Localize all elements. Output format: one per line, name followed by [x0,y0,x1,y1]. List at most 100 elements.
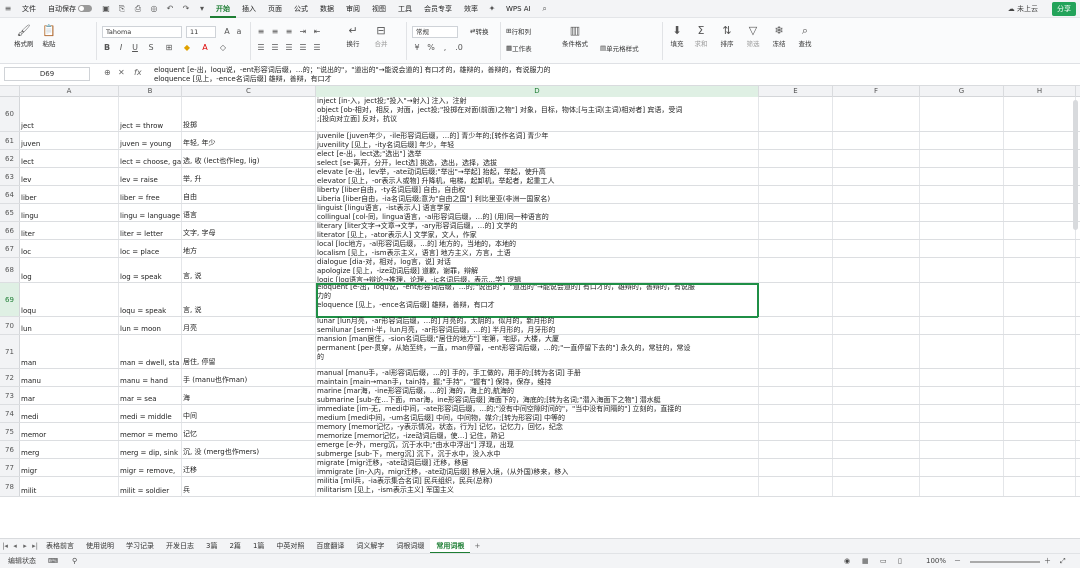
formula-input[interactable]: eloquent [e-出，loqu说，-ent形容词后缀，…的；"说出的"，"… [154,66,1054,84]
cell-examples[interactable]: literary [liter文字→文章→文学，-ary形容词后缀，…的] 文学… [316,222,759,239]
cell-empty[interactable] [759,240,833,257]
cell-examples[interactable]: local [loc地方，-al形容词后缀，…的] 地方的，当地的，本地的 loc… [316,240,759,257]
cell-empty[interactable] [1004,222,1076,239]
zoom-icon[interactable]: ⊕ [104,68,111,77]
cell-meaning[interactable]: liber = free [119,186,182,203]
sheet-tab[interactable]: 常用词根 [430,538,471,554]
cell-empty[interactable] [920,240,1004,257]
cell-empty[interactable] [759,423,833,440]
cell-meaning[interactable]: milit = soldier [119,477,182,496]
cell-empty[interactable] [833,132,920,149]
cell-empty[interactable] [833,222,920,239]
cell-chinese[interactable]: 居住, 停留 [182,335,316,368]
indent-icon[interactable]: ⇥ [298,27,308,36]
cell-empty[interactable] [1004,132,1076,149]
paste-button[interactable]: 📋 粘贴 [42,24,56,48]
row-header[interactable]: 72 [0,369,20,386]
cell-empty[interactable] [1004,97,1076,131]
cell-empty[interactable] [833,387,920,404]
italic-icon[interactable]: I [116,43,126,52]
wrap-button[interactable]: ↵ 换行 [346,24,360,48]
freeze-button[interactable]: ❄ 冻结 [772,24,786,48]
cell-meaning[interactable]: log = speak [119,258,182,282]
tab-tools[interactable]: 工具 [392,0,418,18]
cell-empty[interactable] [759,150,833,167]
cell-examples[interactable]: linguist [lingu语言，-ist表示人] 语言学家 collingua… [316,204,759,221]
cell-empty[interactable] [759,258,833,282]
cell-root[interactable]: loc [20,240,119,257]
cell-empty[interactable] [920,335,1004,368]
cell-root[interactable]: medi [20,405,119,422]
more-icon[interactable]: ▾ [196,3,208,15]
macro-icon[interactable]: ⌨ [48,554,58,568]
cell-empty[interactable] [920,459,1004,476]
cell-empty[interactable] [759,459,833,476]
cell-empty[interactable] [920,204,1004,221]
find-button[interactable]: ⌕ 查找 [798,24,812,48]
accessibility-icon[interactable]: ⚲ [72,554,77,568]
cell-empty[interactable] [1004,335,1076,368]
cell-examples[interactable]: marine [mar海，-ine形容词后缀，…的] 海的，海上的,航海的 sub… [316,387,759,404]
cell-chinese[interactable]: 沉, 没 (merg也作mers) [182,441,316,458]
cell-empty[interactable] [920,283,1004,316]
cell-empty[interactable] [920,387,1004,404]
cell-examples[interactable]: mansion [man居住，-sion名词后缀;"居住的地方"] 宅第，宅邸，… [316,335,759,368]
cell-empty[interactable] [920,477,1004,496]
cell-empty[interactable] [1004,204,1076,221]
cell-empty[interactable] [920,423,1004,440]
sheet-tab[interactable]: 开发日志 [160,539,200,554]
cell-empty[interactable] [920,405,1004,422]
thousands-icon[interactable]: , [440,43,450,52]
cell-empty[interactable] [759,132,833,149]
tab-view[interactable]: 视图 [366,0,392,18]
cell-empty[interactable] [1004,459,1076,476]
increase-font-icon[interactable]: A [222,27,232,36]
tab-data[interactable]: 数据 [314,0,340,18]
sheet-tab[interactable]: 2篇 [223,539,246,554]
row-header[interactable]: 63 [0,168,20,185]
autosave-label[interactable]: 自动保存 [42,0,98,18]
column-header-c[interactable]: C [182,86,316,97]
cell-meaning[interactable]: liter = letter [119,222,182,239]
column-header-b[interactable]: B [119,86,182,97]
cell-chinese[interactable]: 言, 说 [182,258,316,282]
align-middle-icon[interactable]: ≡ [270,27,280,36]
cell-root[interactable]: lun [20,317,119,334]
add-sheet-icon[interactable]: + [470,542,484,550]
cell-chinese[interactable]: 选, 收 (lect也作leg, lig) [182,150,316,167]
row-header[interactable]: 70 [0,317,20,334]
align-right-icon[interactable]: ☰ [284,43,294,52]
cell-chinese[interactable]: 语言 [182,204,316,221]
sheet-tab[interactable]: 学习记录 [120,539,160,554]
undo-icon[interactable]: ↶ [164,3,176,15]
wps-ai-button[interactable]: WPS AI [500,0,537,18]
cell-root[interactable]: milit [20,477,119,496]
tab-member[interactable]: 会员专享 [418,0,458,18]
row-header[interactable]: 68 [0,258,20,282]
cell-empty[interactable] [759,97,833,131]
cell-meaning[interactable]: loqu = speak [119,283,182,316]
row-header[interactable]: 78 [0,477,20,496]
border-icon[interactable]: ⊞ [164,43,174,52]
sheet-tab[interactable]: 词义解字 [350,539,390,554]
page-layout-icon[interactable]: ▭ [880,554,887,568]
cell-root[interactable]: liber [20,186,119,203]
cell-style-button[interactable]: ▤ 单元格样式 [600,43,639,53]
row-header[interactable]: 75 [0,423,20,440]
align-left-icon[interactable]: ☰ [256,43,266,52]
autosave-toggle[interactable] [78,5,92,12]
cell-meaning[interactable]: migr = remove, [119,459,182,476]
cell-empty[interactable] [1004,283,1076,316]
cell-examples[interactable]: memory [memor记忆，-y表示情况，状态，行为] 记忆，记忆力，回忆，… [316,423,759,440]
cell-chinese[interactable]: 言, 说 [182,283,316,316]
save-icon[interactable]: ▣ [100,3,112,15]
cell-empty[interactable] [833,317,920,334]
merge-button[interactable]: ⊟ 合并 [374,24,388,48]
format-painter-button[interactable]: 🖌 格式刷 [14,24,34,48]
cell-empty[interactable] [833,459,920,476]
cell-empty[interactable] [920,132,1004,149]
cell-examples[interactable]: elevate [e-出，lev举，-ate动词后缀;"举出"→举起] 抬起，举… [316,168,759,185]
row-header[interactable]: 69 [0,283,20,316]
cell-empty[interactable] [833,258,920,282]
cell-examples[interactable]: militia [mil兵，-ia表示集合名词] 民兵组织，民兵(总称) mili… [316,477,759,496]
